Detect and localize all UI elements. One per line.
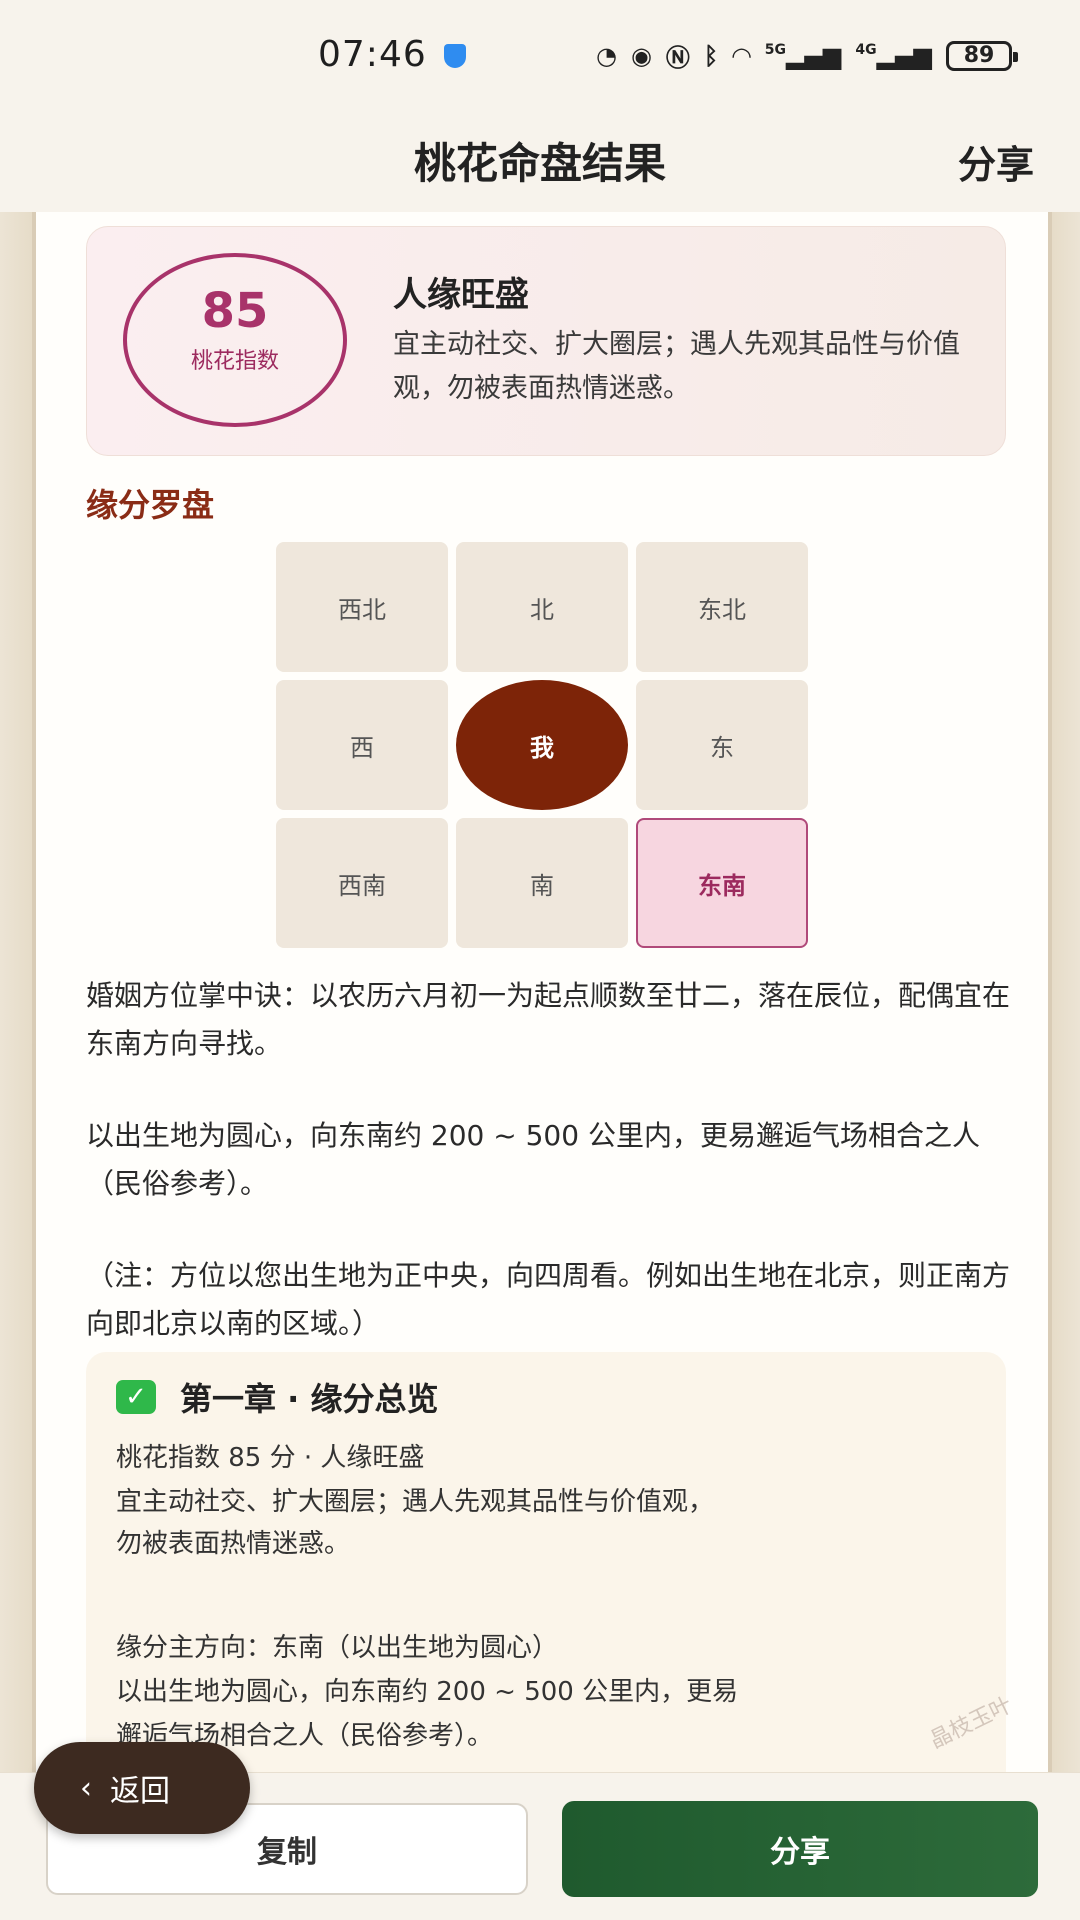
back-label: 返回: [110, 1774, 170, 1809]
compass-cell-northeast: 东北: [636, 542, 808, 672]
chevron-left-icon: ‹: [80, 1770, 92, 1806]
share-button[interactable]: 分享: [562, 1801, 1038, 1897]
chapter-line-4: 缘分主方向：东南（以出生地为圆心）: [116, 1633, 559, 1663]
background-right: [1052, 212, 1080, 1772]
background-left: [0, 212, 32, 1772]
compass-cell-north: 北: [456, 542, 628, 672]
wifi-icon: ◠: [732, 41, 751, 70]
network-5g-label: 5G: [764, 41, 787, 58]
compass-cell-northwest: 西北: [276, 542, 448, 672]
status-icons: ◔ ◉ Ⓝ ᛒ ◠ 5G▂▄▆ 4G▂▄▆ 89: [596, 38, 1018, 73]
check-icon: ✓: [116, 1380, 156, 1414]
status-time: 07:46: [318, 34, 427, 75]
speed-icon: ◔: [596, 41, 617, 70]
status-bar: 07:46 ◔ ◉ Ⓝ ᛒ ◠ 5G▂▄▆ 4G▂▄▆ 89: [0, 0, 1080, 112]
chapter-line-1: 桃花指数 85 分 · 人缘旺盛: [116, 1443, 425, 1473]
score-summary: 85 桃花指数 人缘旺盛 宜主动社交、扩大圈层；遇人先观其品性与价值观，勿被表面…: [86, 226, 1006, 456]
back-button[interactable]: ‹ 返回: [34, 1742, 250, 1834]
distance-text: 以出生地为圆心，向东南约 200 ~ 500 公里内，更易邂逅气场相合之人（民俗…: [86, 1119, 980, 1200]
chapter-title: 第一章 · 缘分总览: [180, 1380, 439, 1418]
app-header: 桃花命盘结果 分享: [0, 112, 1080, 212]
compass-cell-south: 南: [456, 818, 628, 948]
chapter-line-6: 邂逅气场相合之人（民俗参考）。: [116, 1721, 494, 1751]
eye-icon: ◉: [630, 41, 652, 70]
score-value: 85: [201, 283, 269, 339]
score-description: 宜主动社交、扩大圈层；遇人先观其品性与价值观，勿被表面热情迷惑。: [393, 329, 960, 404]
chapter-line-3: 勿被表面热情迷惑。: [116, 1529, 351, 1559]
compass-cell-southeast-highlighted: 东南: [636, 818, 808, 948]
shield-icon: [444, 44, 466, 68]
header-share-button[interactable]: 分享: [958, 134, 1034, 189]
score-label: 桃花指数: [190, 349, 279, 374]
compass-grid: 西北 北 东北 西 我 东 西南 南 东南: [276, 542, 810, 952]
nfc-icon: Ⓝ: [665, 44, 690, 72]
battery-icon: 89: [946, 40, 1018, 71]
compass-cell-east: 东: [636, 680, 808, 810]
direction-formula-text: 婚姻方位掌中诀：以农历六月初一为起点顺数至廿二，落在辰位，配偶宜在东南方向寻找。: [86, 979, 1011, 1060]
compass-cell-west: 西: [276, 680, 448, 810]
result-card: 85 桃花指数 人缘旺盛 宜主动社交、扩大圈层；遇人先观其品性与价值观，勿被表面…: [32, 212, 1052, 1772]
battery-level: 89: [963, 43, 995, 68]
score-ring: 85 桃花指数: [123, 253, 347, 427]
4g-signal-icon: 4G▂▄▆: [855, 41, 932, 70]
compass-title: 缘分罗盘: [86, 486, 215, 524]
score-headline: 人缘旺盛: [393, 275, 529, 315]
chapter-line-2: 宜主动社交、扩大圈层；遇人先观其品性与价值观，: [116, 1487, 715, 1517]
page-title: 桃花命盘结果: [413, 139, 666, 188]
5g-signal-icon: 5G▂▄▆: [764, 41, 842, 70]
note-text: （注：方位以您出生地为正中央，向四周看。例如出生地在北京，则正南方向即北京以南的…: [86, 1259, 1011, 1340]
chapter-line-5: 以出生地为圆心，向东南约 200 ~ 500 公里内，更易: [116, 1677, 739, 1707]
compass-cell-center-me: 我: [456, 680, 628, 810]
compass-cell-southwest: 西南: [276, 818, 448, 948]
chapter-overview: ✓ 第一章 · 缘分总览 桃花指数 85 分 · 人缘旺盛 宜主动社交、扩大圈层…: [86, 1352, 1006, 1772]
bluetooth-icon: ᛒ: [703, 41, 719, 70]
network-4g-label: 4G: [855, 41, 877, 58]
